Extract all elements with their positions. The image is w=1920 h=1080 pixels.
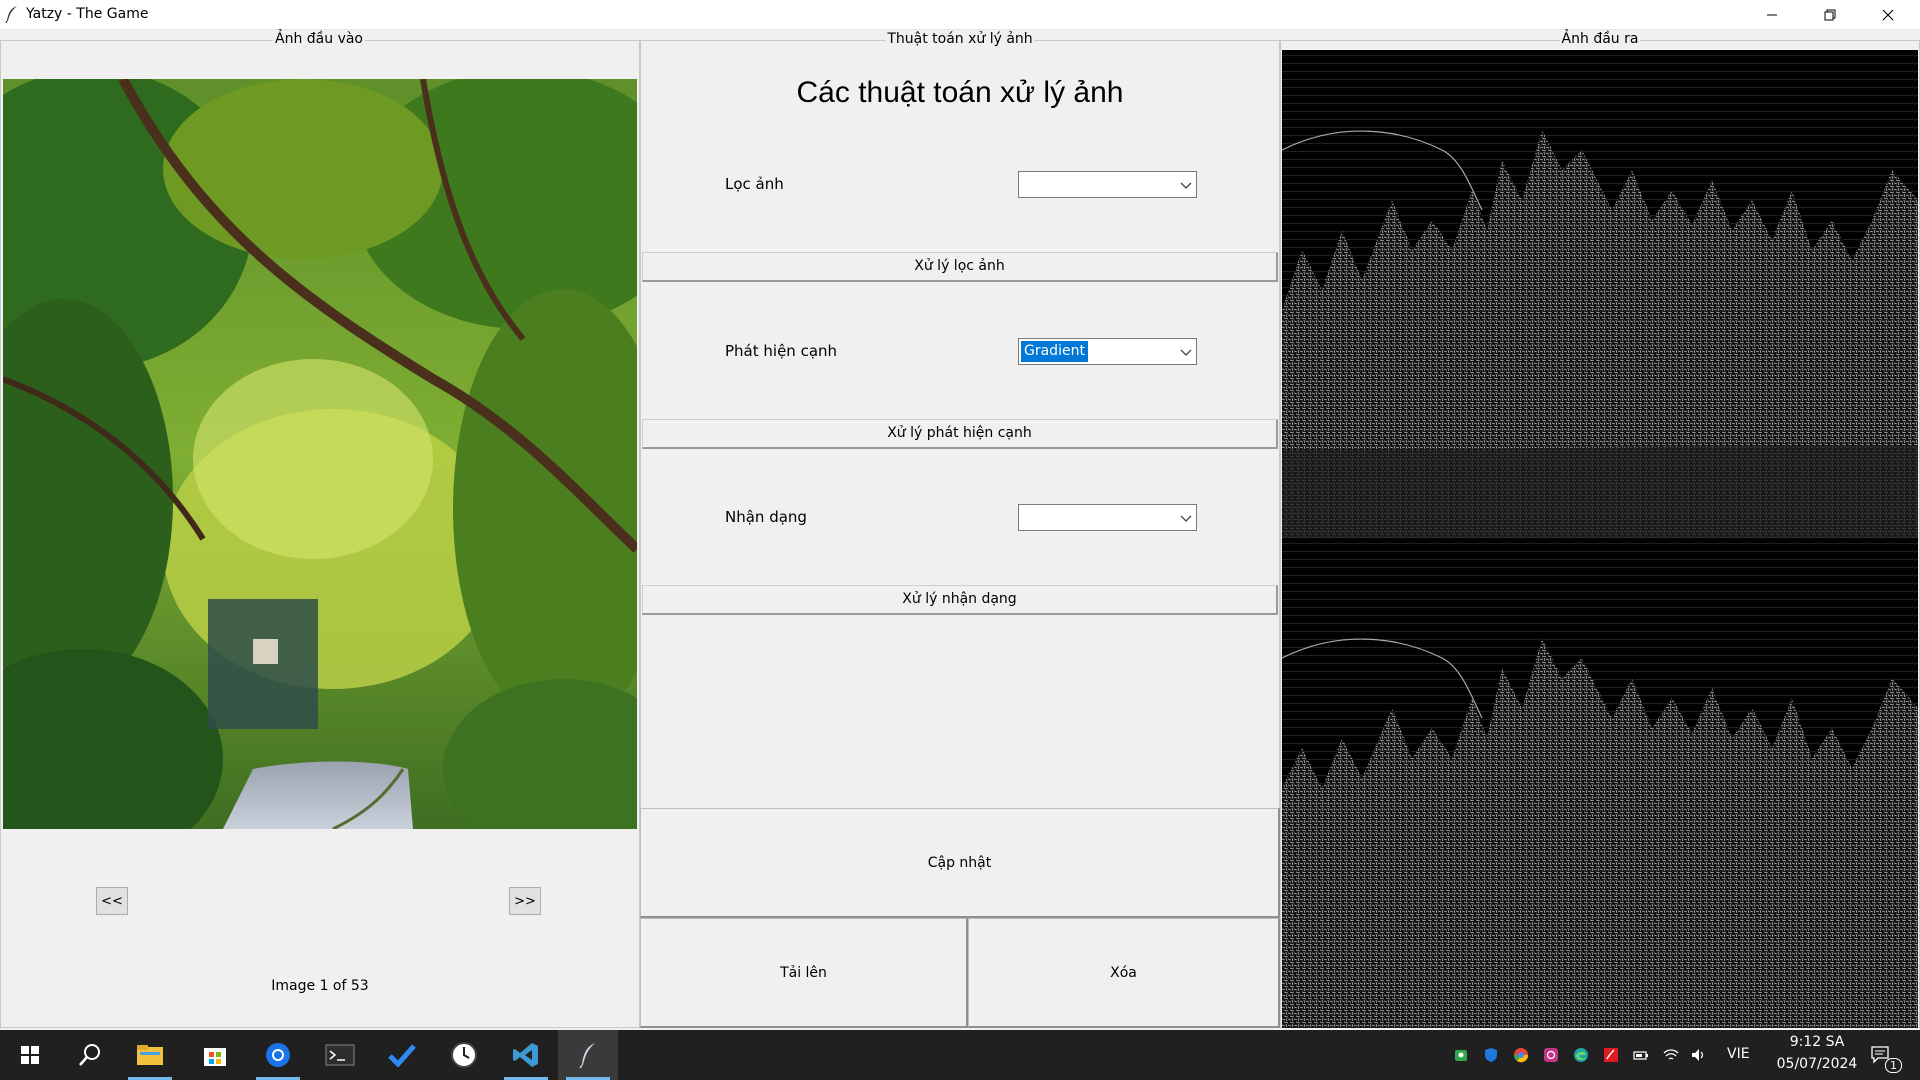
taskbar-browser[interactable] <box>248 1030 308 1080</box>
vscode-icon <box>513 1043 538 1067</box>
taskbar: VIE 9:12 SA 05/07/2024 1 <box>0 1030 1920 1080</box>
file-explorer-icon <box>137 1045 163 1065</box>
minimize-icon <box>1767 14 1777 15</box>
todo-icon <box>388 1044 416 1067</box>
restore-button[interactable] <box>1801 0 1859 29</box>
prev-image-button[interactable]: << <box>96 887 128 915</box>
filter-label: Lọc ảnh <box>725 175 784 193</box>
upload-button[interactable]: Tải lên <box>640 918 968 1028</box>
next-image-button[interactable]: >> <box>509 887 541 915</box>
taskbar-vscode[interactable] <box>496 1030 556 1080</box>
notification-badge: 1 <box>1885 1058 1902 1073</box>
feather-app-icon <box>5 6 17 23</box>
search-button[interactable] <box>60 1030 120 1080</box>
taskbar-clock[interactable] <box>434 1030 494 1080</box>
edge-process-button[interactable]: Xử lý phát hiện cạnh <box>642 419 1278 449</box>
output-image-bottom <box>1282 538 1918 1028</box>
security-tray-icon[interactable] <box>1453 1047 1469 1063</box>
chevron-down-icon <box>1180 515 1192 522</box>
clock-icon <box>451 1042 477 1068</box>
store-icon <box>204 1048 226 1066</box>
page-heading: Các thuật toán xử lý ảnh <box>796 76 1124 109</box>
title-bar: Yatzy - The Game <box>0 0 1920 30</box>
filter-combobox[interactable] <box>1018 171 1197 198</box>
input-panel-label: Ảnh đầu vào <box>273 30 365 48</box>
minimize-button[interactable] <box>1743 0 1801 29</box>
close-icon <box>1882 9 1894 20</box>
chevron-down-icon <box>1180 182 1192 189</box>
update-button[interactable]: Cập nhật <box>640 808 1280 918</box>
edge-tray-icon[interactable] <box>1573 1047 1589 1063</box>
output-image-top <box>1282 50 1918 538</box>
input-image <box>3 79 637 829</box>
taskbar-file-explorer[interactable] <box>120 1030 180 1080</box>
feather-app-icon <box>579 1043 595 1069</box>
edge-combobox[interactable]: Gradient <box>1018 338 1197 365</box>
edge-label: Phát hiện cạnh <box>725 342 838 360</box>
taskbar-todo[interactable] <box>372 1030 432 1080</box>
recognize-combobox[interactable] <box>1018 504 1197 531</box>
search-icon <box>79 1044 100 1066</box>
window-title: Yatzy - The Game <box>26 6 149 22</box>
start-icon <box>21 1046 39 1064</box>
filter-combobox-value <box>1021 174 1027 195</box>
image-counter: Image 1 of 53 <box>271 978 369 994</box>
filter-process-button[interactable]: Xử lý lọc ảnh <box>642 252 1278 282</box>
output-panel-label: Ảnh đầu ra <box>1559 30 1641 48</box>
battery-icon[interactable] <box>1633 1047 1649 1063</box>
browser-icon <box>266 1043 290 1067</box>
recognize-process-button[interactable]: Xử lý nhận dạng <box>642 585 1278 615</box>
recognize-combobox-value <box>1021 507 1027 528</box>
edge-combobox-value: Gradient <box>1021 341 1088 362</box>
volume-icon[interactable] <box>1690 1047 1706 1063</box>
shield-icon[interactable] <box>1483 1047 1499 1063</box>
chrome-tray-icon[interactable] <box>1513 1047 1529 1063</box>
taskbar-store[interactable] <box>185 1030 245 1080</box>
algorithm-panel-label: Thuật toán xử lý ảnh <box>885 30 1035 48</box>
taskbar-terminal[interactable] <box>310 1030 370 1080</box>
pdf-tray-icon[interactable] <box>1603 1047 1619 1063</box>
clock-time[interactable]: 9:12 SA <box>1782 1034 1852 1050</box>
chevron-down-icon <box>1180 349 1192 356</box>
restore-icon <box>1824 9 1836 20</box>
start-button[interactable] <box>0 1030 60 1080</box>
camera-tray-icon[interactable] <box>1543 1047 1559 1063</box>
recognize-label: Nhận dạng <box>725 508 807 526</box>
close-button[interactable] <box>1859 0 1917 29</box>
input-language[interactable]: VIE <box>1727 1046 1750 1062</box>
wifi-icon[interactable] <box>1663 1047 1679 1063</box>
terminal-icon <box>325 1044 355 1066</box>
clock-date[interactable]: 05/07/2024 <box>1768 1056 1866 1072</box>
delete-button[interactable]: Xóa <box>968 918 1280 1028</box>
taskbar-feather-app[interactable] <box>558 1030 618 1080</box>
